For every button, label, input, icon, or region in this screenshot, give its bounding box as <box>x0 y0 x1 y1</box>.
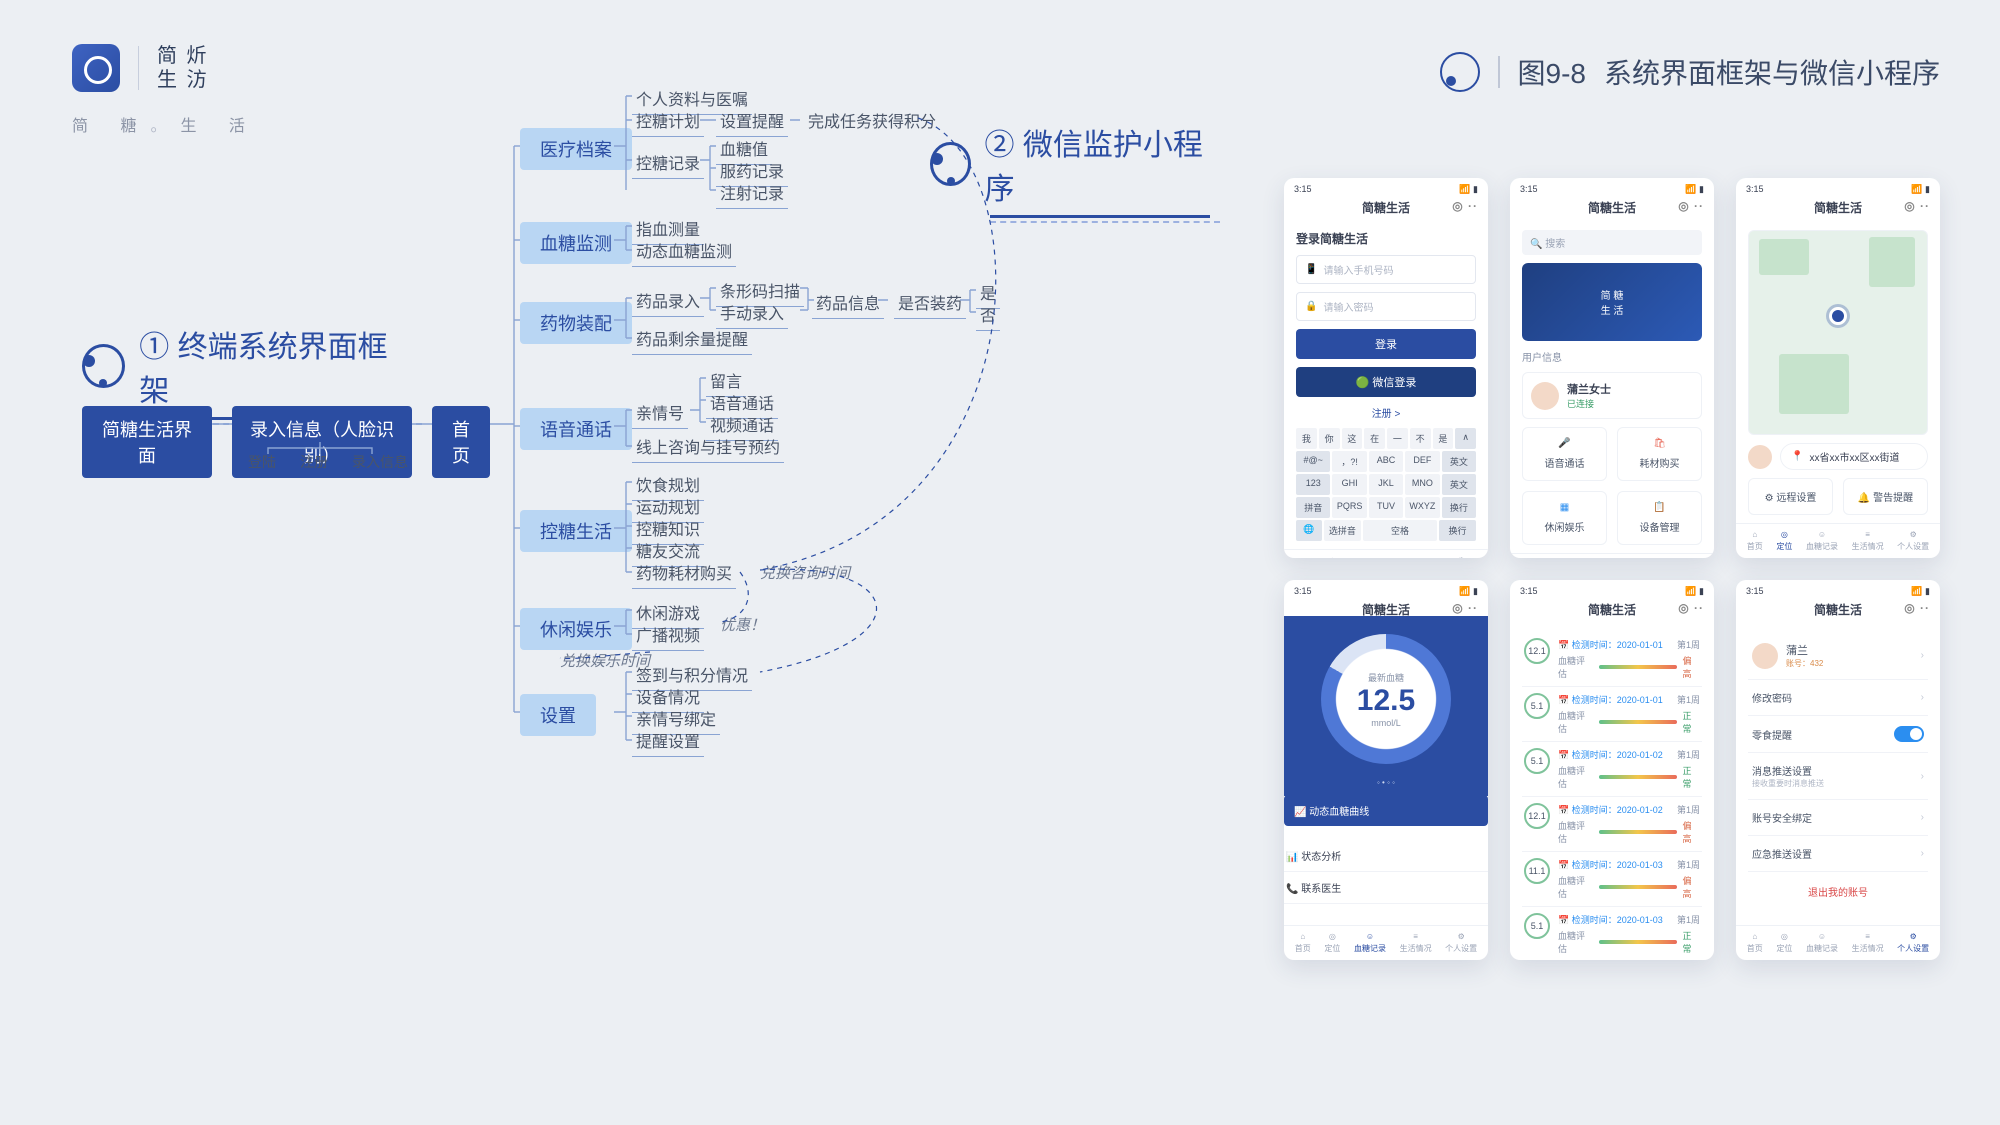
figure-title: 图9-8 系统界面框架与微信小程序 <box>1440 52 1941 92</box>
login-heading: 登录简糖生活 <box>1296 230 1476 247</box>
user-card[interactable]: 蒲兰女士 已连接 <box>1522 372 1702 419</box>
node-root: 简糖生活界面 <box>82 406 212 478</box>
record-row[interactable]: 5.1 📅 检测时间：2020-01-01 第1周 血糖评估 正常 <box>1522 687 1702 742</box>
leaf: 注射记录 <box>716 178 788 209</box>
avatar <box>1531 382 1559 410</box>
tile-device[interactable]: 📋设备管理 <box>1617 491 1702 545</box>
node-home: 首页 <box>432 406 490 478</box>
leaf: 亲情号 <box>632 398 688 429</box>
figure-logo-icon <box>1440 52 1480 92</box>
node-voice: 语音通话 <box>520 408 632 450</box>
hero-banner: 简 糖 生 活 <box>1522 263 1702 341</box>
login-button[interactable]: 登录 <box>1296 329 1476 359</box>
toggle[interactable] <box>1894 726 1924 742</box>
phone-tabbar[interactable]: ⌂首页 ◎定位 ☺血糖记录 ≡生活情况 ⚙个人设置 <box>1510 553 1714 558</box>
keyboard-row[interactable]: 我你 这在 一不 是∧ <box>1296 428 1476 449</box>
tile-alert[interactable]: 🔔 警告提醒 <box>1843 478 1928 515</box>
record-row[interactable]: 11.1 📅 检测时间：2020-01-03 第1周 血糖评估 偏高 <box>1522 852 1702 907</box>
brand-sub: 简 糖。生 活 <box>72 112 259 136</box>
login-sub-labels: 登陆 注册 录入信息 <box>248 452 408 472</box>
node-medicine: 药物装配 <box>520 302 632 344</box>
node-entertain: 休闲娱乐 <box>520 608 632 650</box>
settings-row[interactable]: 应急推送设置› <box>1748 836 1928 872</box>
address-chip: 📍 xx省xx市xx区xx街道 <box>1780 443 1928 470</box>
search-input[interactable]: 🔍 搜索 <box>1522 230 1702 255</box>
phone-tabbar[interactable]: ⌂首页 ◎定位 ☺血糖记录 ≡生活情况 ⚙个人设置 <box>1736 925 1940 960</box>
leaf: 药品录入 <box>632 286 704 317</box>
phone-login: 3:15📶 ▮ 简糖生活◎ ·· 登录简糖生活 📱 请输入手机号码 🔒 请输入密… <box>1284 178 1488 558</box>
node-medical: 医疗档案 <box>520 128 632 170</box>
leaf: 药品信息 <box>812 288 884 319</box>
leaf: 是否装药 <box>894 288 966 319</box>
node-glucose: 血糖监测 <box>520 222 632 264</box>
leaf: 广播视频 <box>632 620 704 651</box>
section-1-heading: ① 终端系统界面框架 <box>82 322 412 410</box>
row-analysis[interactable]: 📊 状态分析 <box>1284 840 1488 872</box>
tile-voice[interactable]: 🎤语音通话 <box>1522 427 1607 481</box>
avatar <box>1748 445 1772 469</box>
leaf: 控糖记录 <box>632 148 704 179</box>
node-settings: 设置 <box>520 694 596 736</box>
settings-row[interactable]: 零食提醒 <box>1748 716 1928 753</box>
chart-button[interactable]: 📈 动态血糖曲线 <box>1284 795 1488 826</box>
pwd-input[interactable]: 🔒 请输入密码 <box>1296 292 1476 321</box>
phone-gauge: 3:15📶 ▮ 简糖生活◎ ·· 最新血糖 12.5 mmol/L ◦ • ◦ … <box>1284 580 1488 960</box>
brand-logo-mark <box>72 44 120 92</box>
tile-remote[interactable]: ⚙ 远程设置 <box>1748 478 1833 515</box>
leaf: 药品剩余量提醒 <box>632 324 752 355</box>
phone-map: 3:15📶 ▮ 简糖生活◎ ·· 📍 xx省xx市xx区xx街道 ⚙ 远程设置 … <box>1736 178 1940 558</box>
brand-cn: 简 炘 生 汸 <box>157 44 209 92</box>
annotation: 兑换咨询时间 <box>760 562 850 583</box>
leaf: 药物耗材购买 <box>632 558 736 589</box>
leaf: 控糖计划 <box>632 106 704 137</box>
leaf: 提醒设置 <box>632 726 704 757</box>
phone-input[interactable]: 📱 请输入手机号码 <box>1296 255 1476 284</box>
logout-button[interactable]: 退出我的账号 <box>1748 872 1928 911</box>
leaf: 线上咨询与挂号预约 <box>632 432 784 463</box>
settings-row[interactable]: 账号安全绑定› <box>1748 800 1928 836</box>
phone-tabbar[interactable]: ⌂首页 ◎定位 ☺血糖记录 ≡生活情况 ⚙个人设置 <box>1736 523 1940 558</box>
avatar <box>1752 643 1778 669</box>
leaf: 动态血糖监测 <box>632 236 736 267</box>
leaf: 完成任务获得积分 <box>804 106 940 136</box>
record-row[interactable]: 5.1 📅 检测时间：2020-01-02 第1周 血糖评估 正常 <box>1522 742 1702 797</box>
section-2-heading: ② 微信监护小程序 <box>930 120 1210 208</box>
settings-row[interactable]: 消息推送设置接收重要时消息推送 › <box>1748 753 1928 800</box>
phone-tabbar[interactable]: ⌂首页 ◎定位 ☺血糖记录 ≡生活情况 ⚙个人设置 <box>1284 549 1488 558</box>
profile-row[interactable]: 蒲兰 账号：432 › <box>1748 632 1928 680</box>
record-row[interactable]: 12.1 📅 检测时间：2020-01-02 第1周 血糖评估 偏高 <box>1522 797 1702 852</box>
map-view[interactable] <box>1748 230 1928 435</box>
register-link[interactable]: 注册 > <box>1296 405 1476 420</box>
phone-home: 3:15📶 ▮ 简糖生活◎ ·· 🔍 搜索 简 糖 生 活 用户信息 蒲兰女士 … <box>1510 178 1714 558</box>
phone-tabbar[interactable]: ⌂首页 ◎定位 ☺血糖记录 ≡生活情况 ⚙个人设置 <box>1284 925 1488 960</box>
record-row[interactable]: 5.1 📅 检测时间：2020-01-03 第1周 血糖评估 正常 <box>1522 907 1702 960</box>
node-life: 控糖生活 <box>520 510 632 552</box>
phone-records: 3:15📶 ▮ 简糖生活◎ ·· 12.1 📅 检测时间：2020-01-01 … <box>1510 580 1714 960</box>
phones-grid: 3:15📶 ▮ 简糖生活◎ ·· 登录简糖生活 📱 请输入手机号码 🔒 请输入密… <box>1284 178 1940 960</box>
tile-shop[interactable]: 🛍耗材购买 <box>1617 427 1702 481</box>
wechat-login-button[interactable]: 🟢 微信登录 <box>1296 367 1476 397</box>
row-doctor[interactable]: 📞 联系医生 <box>1284 872 1488 904</box>
leaf: 设置提醒 <box>716 106 788 137</box>
settings-row[interactable]: 修改密码› <box>1748 680 1928 716</box>
tile-fun[interactable]: ▦休闲娱乐 <box>1522 491 1607 545</box>
annotation: 兑换娱乐时间 <box>560 650 650 671</box>
phone-settings: 3:15📶 ▮ 简糖生活◎ ·· 蒲兰 账号：432 › 修改密码› 零食提醒 … <box>1736 580 1940 960</box>
brand-block: 简 炘 生 汸 简 糖。生 活 <box>72 44 259 136</box>
annotation: 优惠！ <box>720 614 765 635</box>
record-row[interactable]: 12.1 📅 检测时间：2020-01-01 第1周 血糖评估 偏高 <box>1522 632 1702 687</box>
location-pin-icon <box>1829 307 1847 325</box>
glucose-gauge: 最新血糖 12.5 mmol/L <box>1321 634 1451 764</box>
leaf: 否 <box>976 300 1000 331</box>
